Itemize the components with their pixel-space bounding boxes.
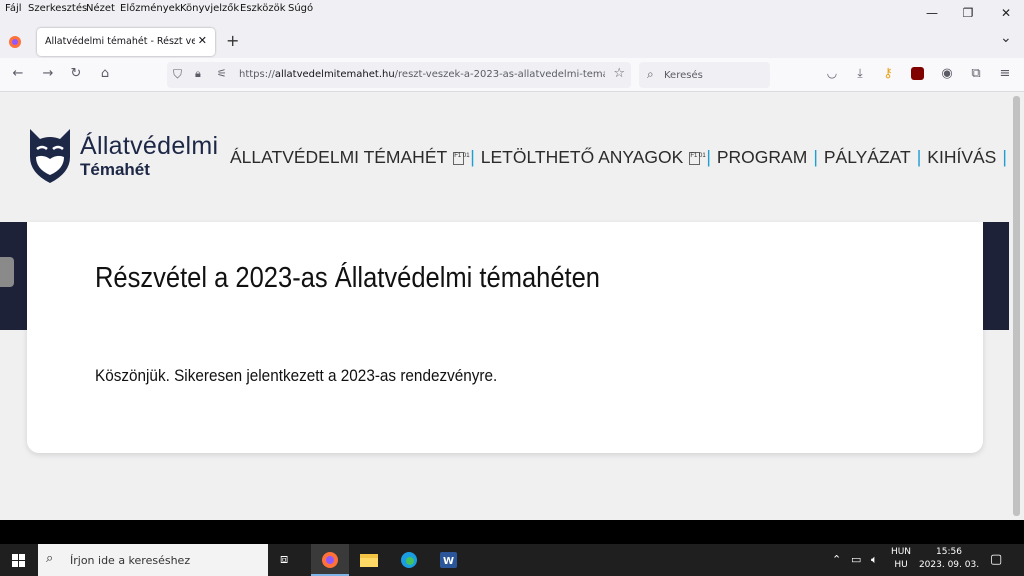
shield-icon[interactable]: ⛉ <box>173 67 182 82</box>
nav-letoltheto-anyagok[interactable]: LETÖLTHETŐ ANYAGOK <box>481 147 684 167</box>
nav-bar: ← → ↻ ⌂ ⛉ 🔒︎ ⚟ https://allatvedelmitemah… <box>0 58 1024 92</box>
maximize-button[interactable]: ❐ <box>948 0 988 26</box>
menu-view[interactable]: Nézet <box>86 3 115 14</box>
svg-text:W: W <box>443 556 454 567</box>
confirmation-message: Köszönjük. Sikeresen jelentkezett a 2023… <box>95 366 498 385</box>
menu-bookmarks[interactable]: Könyvjelzők <box>180 3 239 14</box>
side-widget-handle[interactable] <box>0 257 14 287</box>
language-indicator[interactable]: HUN HU <box>888 547 914 570</box>
scrollbar-thumb[interactable] <box>1013 96 1020 516</box>
search-icon: ⌕ <box>46 551 54 566</box>
firefox-view-icon[interactable] <box>8 35 22 49</box>
volume-icon[interactable]: 🔈︎ <box>871 553 878 567</box>
downloads-icon[interactable]: ⤓ <box>850 66 870 81</box>
page-title: Részvétel a 2023-as Állatvédelmi témahét… <box>95 262 601 294</box>
active-tab[interactable]: Állatvédelmi témahét - Részt veszek a 20… <box>37 28 215 56</box>
bookmark-star-icon[interactable]: ☆ <box>613 66 625 81</box>
menu-help[interactable]: Súgó <box>288 3 313 14</box>
search-box[interactable]: ⌕ Keresés <box>639 62 770 88</box>
tab-title: Állatvédelmi témahét - Részt veszek a 20… <box>45 36 195 47</box>
owl-logo-icon[interactable] <box>26 127 74 185</box>
nav-program[interactable]: PROGRAM <box>717 147 807 167</box>
extensions-icon[interactable]: ⧉ <box>966 66 986 81</box>
menu-file[interactable]: Fájl <box>5 3 22 14</box>
taskbar-firefox[interactable] <box>311 544 349 576</box>
clock[interactable]: 15:56 2023. 09. 03. <box>918 547 980 570</box>
url-bar[interactable]: ⛉ 🔒︎ ⚟ https://allatvedelmitemahet.hu/re… <box>167 62 631 88</box>
taskbar: ⌕ Írjon ide a kereséshez ⧈ W ⌃ ▭ 🔈︎ HUN … <box>0 544 1024 576</box>
taskbar-search-placeholder: Írjon ide a kereséshez <box>70 554 191 567</box>
menu-edit[interactable]: Szerkesztés <box>28 3 87 14</box>
windows-start-icon[interactable] <box>12 554 25 567</box>
url-text: https://allatvedelmitemahet.hu/reszt-ves… <box>239 69 605 80</box>
menu-icon[interactable]: ≡ <box>995 66 1015 81</box>
language-code: HUN <box>890 547 912 557</box>
site-navigation: ÁLLATVÉDELMI TÉMAHÉT F1 01| LETÖLTHETŐ ANY… <box>230 147 1007 167</box>
show-hidden-icons[interactable]: ⌃ <box>832 553 841 566</box>
ublock-icon[interactable] <box>911 67 924 80</box>
search-placeholder: Keresés <box>664 70 703 81</box>
menu-history[interactable]: Előzmények <box>120 3 181 14</box>
battery-icon[interactable]: ▭ <box>851 553 861 566</box>
pocket-icon[interactable]: ◡ <box>822 66 842 80</box>
menu-tools[interactable]: Eszközök <box>240 3 286 14</box>
forward-icon[interactable]: → <box>38 66 58 81</box>
permissions-icon[interactable]: ⚟ <box>217 67 227 80</box>
task-view-icon[interactable]: ⧈ <box>280 552 288 567</box>
search-icon: ⌕ <box>647 67 654 81</box>
back-icon[interactable]: ← <box>8 66 28 81</box>
desktop-strip <box>0 520 1024 544</box>
scrollbar[interactable] <box>1009 92 1024 520</box>
clock-date: 2023. 09. 03. <box>918 560 980 570</box>
key-extension-icon[interactable]: ⚷ <box>878 66 898 81</box>
taskbar-search[interactable]: ⌕ Írjon ide a kereséshez <box>38 544 268 576</box>
notifications-icon[interactable]: ▢ <box>990 552 1002 567</box>
brand-subtitle[interactable]: Témahét <box>80 160 150 180</box>
edge-icon[interactable] <box>400 551 418 569</box>
file-explorer-icon[interactable] <box>360 552 378 568</box>
missing-glyph-icon: F1 01 <box>453 151 470 165</box>
tab-close-icon[interactable]: ✕ <box>198 34 207 47</box>
missing-glyph-icon: F1 01 <box>689 151 706 165</box>
reload-icon[interactable]: ↻ <box>66 66 86 81</box>
page-content: Állatvédelmi Témahét ÁLLATVÉDELMI TÉMAHÉ… <box>0 92 1009 520</box>
word-icon[interactable]: W <box>440 552 457 568</box>
home-icon[interactable]: ⌂ <box>95 66 115 81</box>
tab-bar: Állatvédelmi témahét - Részt veszek a 20… <box>0 26 1024 58</box>
keyboard-code: HU <box>894 560 908 570</box>
tab-list-button[interactable]: ⌄ <box>1000 30 1012 46</box>
nav-palyazat[interactable]: PÁLYÁZAT <box>824 147 911 167</box>
menu-bar: Fájl Szerkesztés Nézet Előzmények Könyvj… <box>0 0 1024 26</box>
new-tab-button[interactable]: + <box>226 31 239 50</box>
clock-time: 15:56 <box>936 547 962 557</box>
nav-allatvedelmi-temahet[interactable]: ÁLLATVÉDELMI TÉMAHÉT <box>230 147 447 167</box>
confirmation-card: Részvétel a 2023-as Állatvédelmi témahét… <box>27 222 983 453</box>
account-icon[interactable]: ◉ <box>937 66 957 81</box>
firefox-icon <box>322 552 338 568</box>
brand-name[interactable]: Állatvédelmi <box>80 132 218 161</box>
minimize-button[interactable]: — <box>912 0 952 26</box>
lock-icon[interactable]: 🔒︎ <box>195 67 201 81</box>
close-window-button[interactable]: ✕ <box>986 0 1024 26</box>
nav-kihivas[interactable]: KIHÍVÁS <box>927 147 996 167</box>
